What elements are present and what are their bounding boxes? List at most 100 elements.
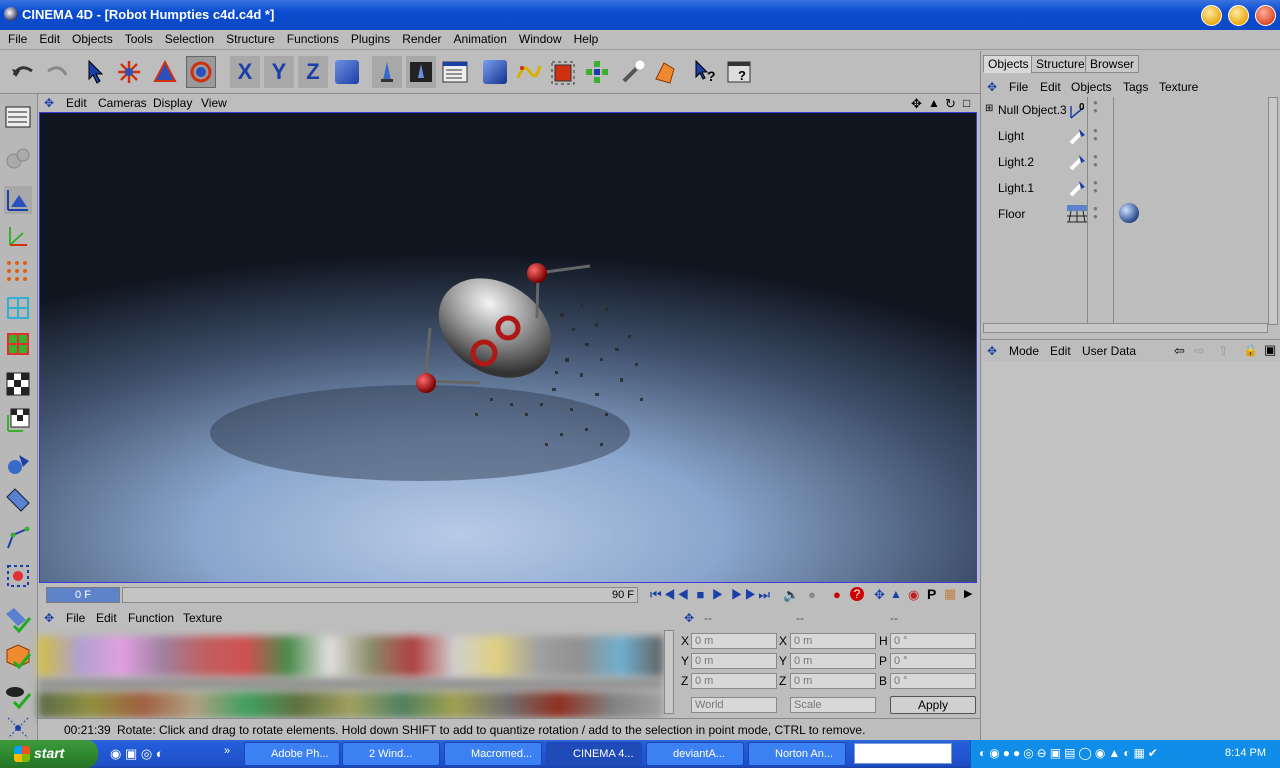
attributes-menu-user-data[interactable]: User Data xyxy=(1082,344,1136,358)
object-row-light-1[interactable]: Light.1 ● ● xyxy=(983,175,1268,201)
visibility-dots[interactable]: ● ● xyxy=(1093,179,1098,195)
add-nurbs-button[interactable] xyxy=(548,56,578,88)
attributes-menu-edit[interactable]: Edit xyxy=(1050,344,1071,358)
editor-check-button[interactable] xyxy=(4,642,32,670)
rot-h-field[interactable]: 0 ° xyxy=(890,633,976,649)
redo-button[interactable] xyxy=(42,56,72,88)
menu-window[interactable]: Window xyxy=(513,30,568,48)
bones-button[interactable] xyxy=(4,714,32,742)
material-swatches[interactable] xyxy=(38,630,663,718)
render-view-button[interactable] xyxy=(372,56,402,88)
texture-axis-button[interactable] xyxy=(4,406,32,434)
add-spline-button[interactable] xyxy=(514,56,544,88)
undo-button[interactable] xyxy=(8,56,38,88)
lock-icon[interactable]: 🔒 xyxy=(1243,343,1258,357)
viewport-menu-display[interactable]: Display xyxy=(153,96,192,110)
texture-mode-button[interactable] xyxy=(4,370,32,398)
material-scrollbar[interactable] xyxy=(664,630,674,714)
record-icon[interactable]: ● xyxy=(808,587,816,602)
apply-button[interactable]: Apply xyxy=(890,696,976,714)
animation-tool-button[interactable] xyxy=(4,486,32,514)
menu-structure[interactable]: Structure xyxy=(220,30,281,48)
z-axis-button[interactable]: Z xyxy=(298,56,328,88)
task-norton[interactable]: Norton An... xyxy=(748,742,846,766)
task-windows-explorer[interactable]: 2 Wind... xyxy=(342,742,440,766)
material-menu-file[interactable]: File xyxy=(66,611,85,625)
visibility-dots[interactable]: ● ● xyxy=(1093,153,1098,169)
object-tool-button[interactable] xyxy=(4,450,32,478)
taskbar-search-field[interactable] xyxy=(854,743,952,764)
render-picture-viewer-button[interactable] xyxy=(406,56,436,88)
soft-selection-button[interactable] xyxy=(4,562,32,590)
x-axis-button[interactable]: X xyxy=(230,56,260,88)
pos-x-field[interactable]: 0 m xyxy=(691,633,777,649)
viewport-menu-edit[interactable]: Edit xyxy=(66,96,87,110)
menu-tools[interactable]: Tools xyxy=(119,30,159,48)
polygons-mode-button[interactable] xyxy=(4,330,32,358)
rotation-key-icon[interactable]: ◉ xyxy=(908,587,919,603)
menu-functions[interactable]: Functions xyxy=(281,30,345,48)
task-deviantart[interactable]: deviantA... xyxy=(646,742,744,766)
tab-structure[interactable]: Structure xyxy=(1031,55,1090,73)
quicklaunch-icons[interactable]: ◉ ▣ ◎ ◐ xyxy=(110,746,164,762)
tray-icons[interactable]: ◐◉●●◎⊖▣▤◯◉▲◐▦✔ xyxy=(979,746,1161,760)
help-cursor-button[interactable]: ? xyxy=(690,56,720,88)
parameter-key-icon[interactable]: P xyxy=(927,586,936,602)
current-frame-field[interactable]: 0 F xyxy=(46,587,120,603)
object-row-floor[interactable]: Floor ● ● xyxy=(983,201,1268,227)
viewport-move-icon[interactable]: ✥ xyxy=(911,96,922,112)
size-z-field[interactable]: 0 m xyxy=(790,673,876,689)
object-row-light[interactable]: Light ● ● xyxy=(983,123,1268,149)
position-key-icon[interactable]: ✥ xyxy=(874,587,885,603)
menu-edit[interactable]: Edit xyxy=(33,30,66,48)
objects-menu-objects[interactable]: Objects xyxy=(1071,80,1112,94)
rotate-tool-button[interactable] xyxy=(186,56,216,88)
viewport-menu-view[interactable]: View xyxy=(201,96,227,110)
rot-b-field[interactable]: 0 ° xyxy=(890,673,976,689)
object-row-null[interactable]: ⊞ Null Object.3 0 ● ● xyxy=(983,97,1268,123)
coordinate-system-button[interactable] xyxy=(332,56,362,88)
objects-menu-edit[interactable]: Edit xyxy=(1040,80,1061,94)
material-menu-texture[interactable]: Texture xyxy=(183,611,222,625)
camera-check-button[interactable] xyxy=(4,682,32,710)
objects-menu-file[interactable]: File xyxy=(1009,80,1028,94)
menu-selection[interactable]: Selection xyxy=(159,30,220,48)
up-arrow-icon[interactable]: ⇧ xyxy=(1218,343,1229,359)
attributes-menu-mode[interactable]: Mode xyxy=(1009,344,1039,358)
task-cinema4d[interactable]: CINEMA 4... xyxy=(546,742,642,766)
add-deformer-button[interactable] xyxy=(618,56,648,88)
visibility-dots[interactable]: ● ● xyxy=(1093,127,1098,143)
new-window-icon[interactable]: ▣ xyxy=(1264,342,1276,358)
attributes-pin-icon[interactable]: ✥ xyxy=(987,344,997,358)
menu-plugins[interactable]: Plugins xyxy=(345,30,396,48)
back-arrow-icon[interactable]: ⇦ xyxy=(1174,343,1185,359)
pos-z-field[interactable]: 0 m xyxy=(691,673,777,689)
objects-pin-icon[interactable]: ✥ xyxy=(987,80,997,94)
size-y-field[interactable]: 0 m xyxy=(790,653,876,669)
maximize-button[interactable] xyxy=(1228,5,1249,26)
expand-icon[interactable]: ⊞ xyxy=(985,103,993,114)
visibility-dots[interactable]: ● ● xyxy=(1093,205,1098,221)
material-pin-icon[interactable]: ✥ xyxy=(44,611,54,625)
forward-arrow-icon[interactable]: ⇨ xyxy=(1194,343,1205,359)
material-tag-icon[interactable] xyxy=(1119,203,1139,223)
edges-mode-button[interactable] xyxy=(4,294,32,322)
coord-pin-icon[interactable]: ✥ xyxy=(684,611,694,625)
coord-mode-select[interactable]: World xyxy=(691,697,777,713)
menu-file[interactable]: File xyxy=(2,30,33,48)
object-axis-button[interactable] xyxy=(4,222,32,250)
points-mode-button[interactable] xyxy=(4,258,32,286)
render-settings-button[interactable] xyxy=(440,56,470,88)
quicklaunch-more-icon[interactable]: » xyxy=(224,745,230,757)
select-tool-button[interactable] xyxy=(80,56,110,88)
minimize-button[interactable] xyxy=(1201,5,1222,26)
object-row-light-2[interactable]: Light.2 ● ● xyxy=(983,149,1268,175)
timeline-bar[interactable]: 0 F 90 F ⏮◀◀ ■ ▶ ▶▶⏭ 🔈 ● ● ? ✥ ▲ ◉ P ▦ ▶ xyxy=(38,584,980,608)
size-x-field[interactable]: 0 m xyxy=(790,633,876,649)
start-button[interactable]: start xyxy=(0,740,98,768)
objects-menu-tags[interactable]: Tags xyxy=(1123,80,1148,94)
viewport-pin-icon[interactable]: ✥ xyxy=(44,96,54,110)
model-tool-button[interactable] xyxy=(4,186,32,214)
3d-viewport[interactable] xyxy=(39,112,977,583)
menu-help[interactable]: Help xyxy=(568,30,605,48)
